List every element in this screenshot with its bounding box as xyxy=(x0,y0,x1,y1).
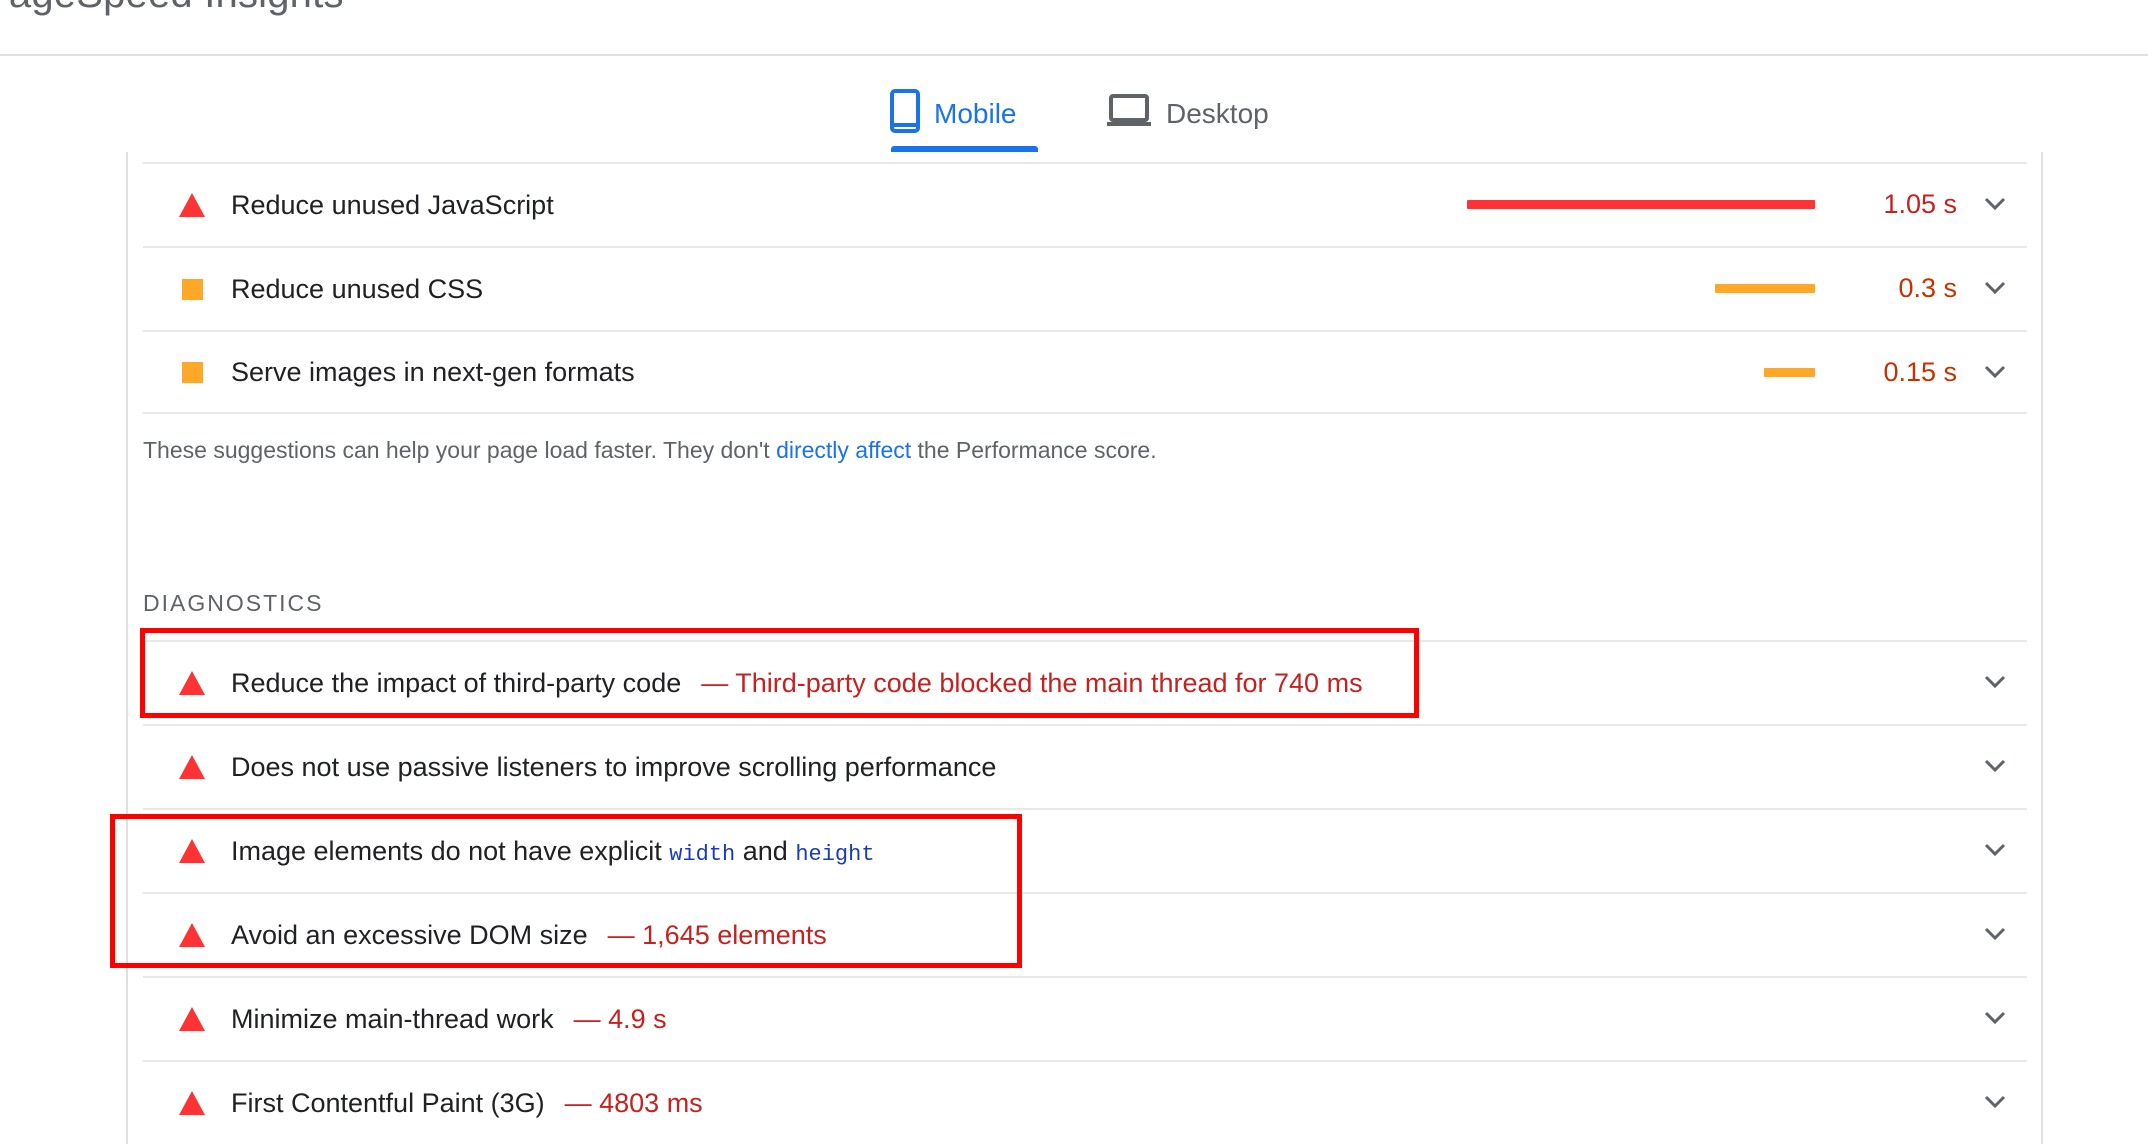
audit-title: Minimize main-thread work xyxy=(231,1003,554,1034)
chevron-down-icon[interactable] xyxy=(1967,746,2023,786)
device-tabs: Mobile Desktop xyxy=(0,74,2148,154)
highlight-box-third-party xyxy=(140,628,1419,718)
audit-detail: — 4.9 s xyxy=(573,1003,667,1034)
chevron-down-icon[interactable] xyxy=(1967,914,2023,954)
audit-title: Reduce unused JavaScript xyxy=(231,189,554,220)
chevron-down-icon[interactable] xyxy=(1967,830,2023,870)
directly-affect-link[interactable]: directly affect xyxy=(776,437,911,463)
chevron-down-icon[interactable] xyxy=(1967,998,2023,1038)
savings-value: 1.05 s xyxy=(1883,188,1957,219)
audit-detail: — 4803 ms xyxy=(564,1087,703,1118)
diagnostic-row-fcp-3g[interactable]: First Contentful Paint (3G) — 4803 ms xyxy=(143,1060,2027,1144)
chevron-down-icon[interactable] xyxy=(1967,1082,2023,1122)
app-title: PageSpeed Insights xyxy=(0,0,344,17)
audit-title: Does not use passive listeners to improv… xyxy=(231,751,997,782)
average-square-icon xyxy=(163,278,221,300)
note-text-end: the Performance score. xyxy=(911,437,1157,463)
note-text: These suggestions can help your page loa… xyxy=(143,437,777,463)
savings-bar xyxy=(1715,283,1815,293)
chevron-down-icon[interactable] xyxy=(1967,184,2023,224)
diagnostic-row-main-thread[interactable]: Minimize main-thread work — 4.9 s xyxy=(143,976,2027,1060)
chevron-down-icon[interactable] xyxy=(1967,352,2023,392)
audit-title: Serve images in next-gen formats xyxy=(231,356,635,387)
phone-icon xyxy=(890,88,920,140)
fail-triangle-icon xyxy=(163,755,221,779)
savings-bar xyxy=(1467,199,1815,209)
savings-value: 0.3 s xyxy=(1898,272,1957,303)
audit-row-unused-javascript[interactable]: Reduce unused JavaScript 1.05 s xyxy=(143,162,2027,246)
diagnostics-heading: DIAGNOSTICS xyxy=(143,590,324,616)
opportunities-note: These suggestions can help your page loa… xyxy=(143,437,1157,464)
audit-title: First Contentful Paint (3G) xyxy=(231,1087,545,1118)
audit-title: Reduce unused CSS xyxy=(231,273,484,304)
audit-row-next-gen-images[interactable]: Serve images in next-gen formats 0.15 s xyxy=(143,330,2027,414)
tab-desktop[interactable]: Desktop xyxy=(1106,74,1269,154)
pagespeed-app: PageSpeed Insights Mobile Desktop xyxy=(0,0,2148,1144)
tab-mobile-label: Mobile xyxy=(934,98,1017,129)
fail-triangle-icon xyxy=(163,1007,221,1031)
diagnostic-row-passive-listeners[interactable]: Does not use passive listeners to improv… xyxy=(143,724,2027,808)
audit-row-unused-css[interactable]: Reduce unused CSS 0.3 s xyxy=(143,246,2027,330)
fail-triangle-icon xyxy=(163,1091,221,1115)
laptop-icon xyxy=(1106,93,1152,136)
average-square-icon xyxy=(163,361,221,383)
highlight-box-image-dom xyxy=(110,814,1022,968)
fail-triangle-icon xyxy=(163,193,221,217)
tab-desktop-label: Desktop xyxy=(1166,98,1269,129)
tab-mobile[interactable]: Mobile xyxy=(890,74,1016,154)
savings-bar xyxy=(1764,367,1815,377)
chevron-down-icon[interactable] xyxy=(1967,662,2023,702)
savings-value: 0.15 s xyxy=(1883,356,1957,387)
header-divider xyxy=(0,54,2148,56)
chevron-down-icon[interactable] xyxy=(1967,268,2023,308)
